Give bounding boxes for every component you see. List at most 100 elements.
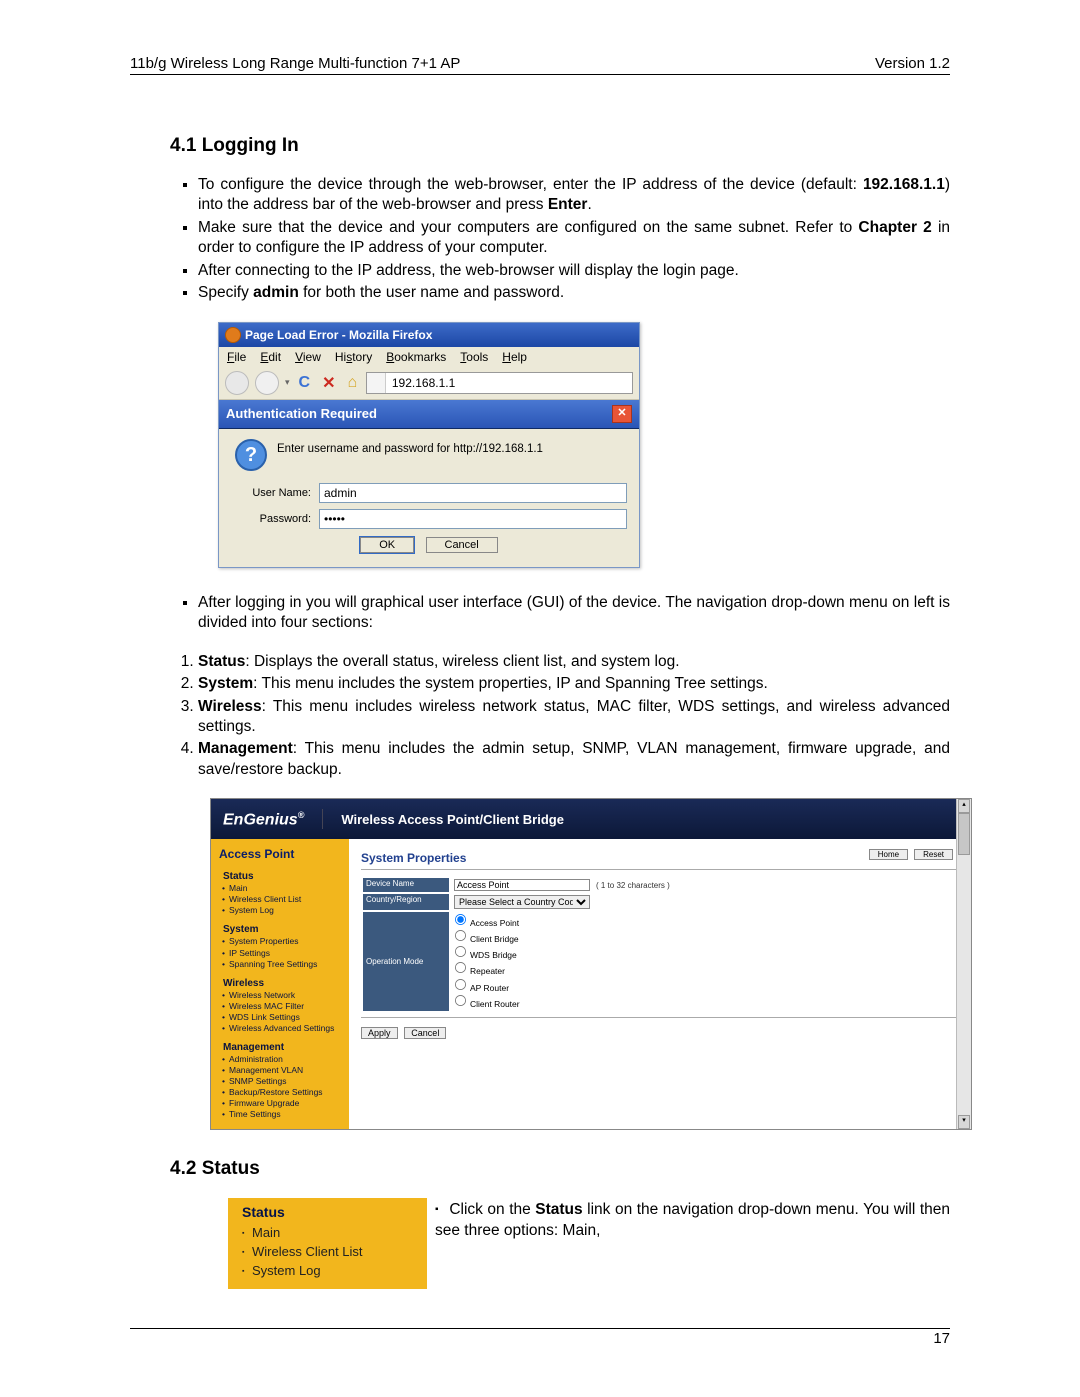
firefox-icon [225, 327, 241, 343]
username-input[interactable] [319, 483, 627, 503]
stop-icon[interactable]: ✕ [319, 373, 338, 393]
panel-cancel-button[interactable]: Cancel [404, 1027, 446, 1039]
mode-apr[interactable]: AP Router [454, 978, 954, 994]
nav-item-wmac[interactable]: Wireless MAC Filter [215, 1001, 345, 1012]
menu-view[interactable]: View [295, 350, 321, 364]
nav-item-fw[interactable]: Firmware Upgrade [215, 1098, 345, 1109]
scroll-thumb[interactable] [958, 813, 970, 855]
after-login-bullets: After logging in you will graphical user… [170, 593, 950, 634]
status-menu-title: Status [242, 1204, 417, 1220]
system-properties-table: Device Name ( 1 to 32 characters ) Count… [361, 876, 959, 1012]
scroll-up-icon[interactable]: ▴ [958, 799, 970, 813]
gui-sidebar: Access Point Status Main Wireless Client… [211, 839, 349, 1129]
ok-button[interactable]: OK [360, 537, 414, 553]
nav-item-ip[interactable]: IP Settings [215, 948, 345, 959]
menu-edit[interactable]: Edit [260, 350, 281, 364]
nav-item-wnet[interactable]: Wireless Network [215, 990, 345, 1001]
nav-item-wadv[interactable]: Wireless Advanced Settings [215, 1023, 345, 1034]
nav-back-icon[interactable] [225, 371, 249, 395]
nav-item-snmp[interactable]: SNMP Settings [215, 1076, 345, 1087]
menu-history[interactable]: History [335, 350, 372, 364]
nav-forward-icon[interactable] [255, 371, 279, 395]
opmode-label: Operation Mode [363, 912, 449, 1010]
num-1: Status: Displays the overall status, wir… [198, 652, 950, 672]
gui-top-buttons: Home Reset [869, 849, 953, 860]
auth-title: Authentication Required [226, 406, 377, 421]
url-input[interactable] [386, 376, 632, 390]
after-bullet-1: After logging in you will graphical user… [198, 593, 950, 634]
header-right: Version 1.2 [875, 55, 950, 72]
opmode-radios: Access Point Client Bridge WDS Bridge Re… [451, 912, 957, 1010]
engenius-gui: EnGenius® Wireless Access Point/Client B… [210, 798, 972, 1130]
password-input[interactable] [319, 509, 627, 529]
firefox-title: Page Load Error - Mozilla Firefox [245, 328, 432, 342]
auth-message: Enter username and password for http://1… [277, 439, 543, 455]
reload-icon[interactable]: C [296, 374, 314, 392]
nav-item-time[interactable]: Time Settings [215, 1109, 345, 1120]
mode-cr[interactable]: Client Router [454, 994, 954, 1010]
bullet-4: Specify admin for both the user name and… [198, 283, 950, 303]
nav-item-vlan[interactable]: Management VLAN [215, 1065, 345, 1076]
password-label: Password: [231, 513, 319, 525]
country-label: Country/Region [363, 894, 449, 910]
bullet-2: Make sure that the device and your compu… [198, 218, 950, 259]
auth-dialog-body: ? Enter username and password for http:/… [219, 429, 639, 567]
nav-group-mgmt: Management [215, 1040, 345, 1054]
gui-body: Access Point Status Main Wireless Client… [211, 839, 971, 1129]
mode-ap[interactable]: Access Point [454, 913, 954, 929]
num-2: System: This menu includes the system pr… [198, 674, 950, 694]
apply-button[interactable]: Apply [361, 1027, 398, 1039]
sidebar-title: Access Point [215, 845, 345, 869]
gui-sections-list: Status: Displays the overall status, wir… [170, 652, 950, 781]
mode-wds[interactable]: WDS Bridge [454, 945, 954, 961]
gui-slogan: Wireless Access Point/Client Bridge [341, 812, 564, 827]
gui-home-button[interactable]: Home [869, 849, 908, 860]
num-4: Management: This menu includes the admin… [198, 739, 950, 780]
apply-row: Apply Cancel [361, 1028, 959, 1039]
header-left: 11b/g Wireless Long Range Multi-function… [130, 55, 460, 72]
nav-item-main[interactable]: Main [215, 883, 345, 894]
home-icon[interactable]: ⌂ [345, 374, 361, 392]
nav-item-wds[interactable]: WDS Link Settings [215, 1012, 345, 1023]
nav-item-wcl[interactable]: Wireless Client List [215, 894, 345, 905]
mode-cb[interactable]: Client Bridge [454, 929, 954, 945]
section-4-1-title: 4.1 Logging In [170, 135, 950, 157]
menu-tools[interactable]: Tools [460, 350, 488, 364]
gui-reset-button[interactable]: Reset [914, 849, 953, 860]
gui-logo: EnGenius® [223, 810, 304, 829]
devname-input[interactable] [454, 879, 590, 891]
menu-help[interactable]: Help [502, 350, 527, 364]
status-menu-syslog[interactable]: System Log [242, 1262, 417, 1281]
country-select[interactable]: Please Select a Country Code [454, 895, 590, 909]
mode-rep[interactable]: Repeater [454, 961, 954, 977]
page-number: 17 [933, 1330, 950, 1347]
nav-dropdown-icon[interactable]: ▾ [285, 377, 290, 388]
status-menu-wcl[interactable]: Wireless Client List [242, 1243, 417, 1262]
nav-item-backup[interactable]: Backup/Restore Settings [215, 1087, 345, 1098]
status-menu-main[interactable]: Main [242, 1224, 417, 1243]
bullet-1: To configure the device through the web-… [198, 175, 950, 216]
gui-topbar: EnGenius® Wireless Access Point/Client B… [211, 799, 971, 839]
nav-item-syslog[interactable]: System Log [215, 905, 345, 916]
page-header: 11b/g Wireless Long Range Multi-function… [130, 55, 950, 75]
scroll-down-icon[interactable]: ▾ [958, 1115, 970, 1129]
close-icon[interactable]: ✕ [612, 405, 632, 423]
logging-in-bullets: To configure the device through the web-… [170, 175, 950, 304]
menu-bookmarks[interactable]: Bookmarks [386, 350, 446, 364]
bullet-3: After connecting to the IP address, the … [198, 261, 950, 281]
status-menu-small: Status Main Wireless Client List System … [228, 1198, 427, 1289]
firefox-titlebar: Page Load Error - Mozilla Firefox [219, 323, 639, 347]
url-bar[interactable] [366, 372, 633, 394]
cancel-button[interactable]: Cancel [426, 537, 498, 553]
nav-item-stp[interactable]: Spanning Tree Settings [215, 959, 345, 970]
nav-item-admin[interactable]: Administration [215, 1054, 345, 1065]
menu-file[interactable]: File [227, 350, 246, 364]
scrollbar[interactable]: ▴ ▾ [956, 799, 971, 1129]
firefox-toolbar: ▾ C ✕ ⌂ [219, 367, 639, 400]
auth-dialog-titlebar: Authentication Required ✕ [219, 400, 639, 429]
nav-group-status: Status [215, 869, 345, 883]
nav-group-system: System [215, 922, 345, 936]
firefox-menubar: File Edit View History Bookmarks Tools H… [219, 347, 639, 367]
nav-item-sysprops[interactable]: System Properties [215, 936, 345, 947]
username-label: User Name: [231, 487, 319, 499]
